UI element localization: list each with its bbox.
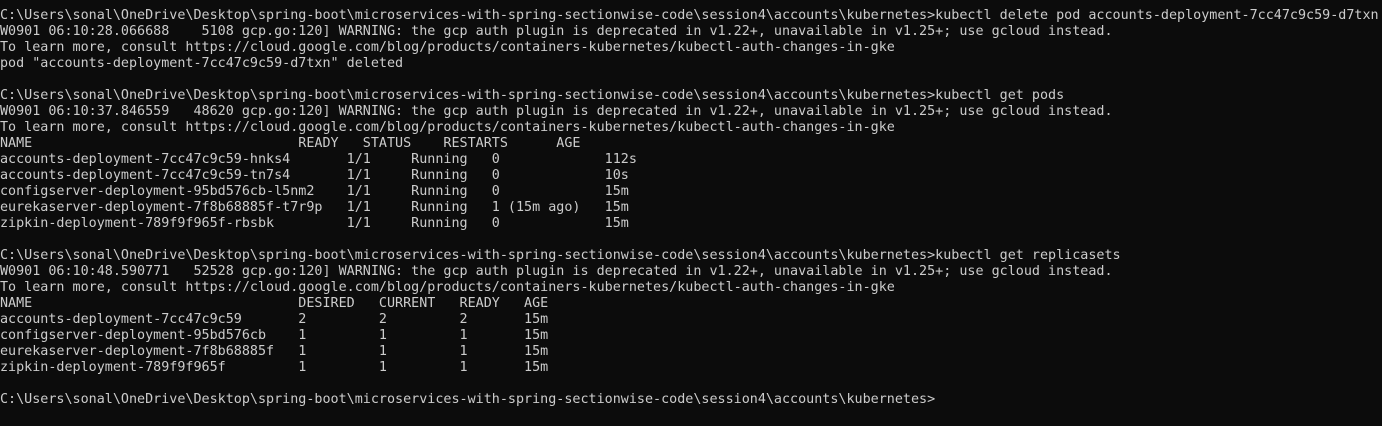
pods-table-header: NAME READY STATUS RESTARTS AGE [0,136,581,151]
info-line: To learn more, consult https://cloud.goo… [0,120,895,135]
replicasets-table-row: zipkin-deployment-789f9f965f 1 1 1 15m [0,360,549,375]
info-line: To learn more, consult https://cloud.goo… [0,280,895,295]
pods-table-row: eurekaserver-deployment-7f8b68885f-t7r9p… [0,200,629,215]
command-prompt[interactable]: C:\Users\sonal\OneDrive\Desktop\spring-b… [0,392,1382,408]
command-get-replicasets: C:\Users\sonal\OneDrive\Desktop\spring-b… [0,248,1121,263]
command-delete-pod: C:\Users\sonal\OneDrive\Desktop\spring-b… [0,8,1379,23]
replicasets-table-header: NAME DESIRED CURRENT READY AGE [0,296,549,311]
warning-line: W0901 06:10:37.846559 48620 gcp.go:120] … [0,104,1113,119]
warning-line: W0901 06:10:48.590771 52528 gcp.go:120] … [0,264,1113,279]
terminal-window[interactable]: C:\Users\sonal\OneDrive\Desktop\spring-b… [0,0,1382,426]
info-line: To learn more, consult https://cloud.goo… [0,40,895,55]
pods-table-row: accounts-deployment-7cc47c9c59-tn7s4 1/1… [0,168,629,183]
output-line: pod "accounts-deployment-7cc47c9c59-d7tx… [0,56,404,71]
replicasets-table-row: configserver-deployment-95bd576cb 1 1 1 … [0,328,549,343]
pods-table-row: zipkin-deployment-789f9f965f-rbsbk 1/1 R… [0,216,629,231]
replicasets-table-row: accounts-deployment-7cc47c9c59 2 2 2 15m [0,312,549,327]
warning-line: W0901 06:10:28.066688 5108 gcp.go:120] W… [0,24,1113,39]
pods-table-row: configserver-deployment-95bd576cb-l5nm2 … [0,184,629,199]
command-get-pods: C:\Users\sonal\OneDrive\Desktop\spring-b… [0,88,1065,103]
pods-table-row: accounts-deployment-7cc47c9c59-hnks4 1/1… [0,152,637,167]
replicasets-table-row: eurekaserver-deployment-7f8b68885f 1 1 1… [0,344,549,359]
